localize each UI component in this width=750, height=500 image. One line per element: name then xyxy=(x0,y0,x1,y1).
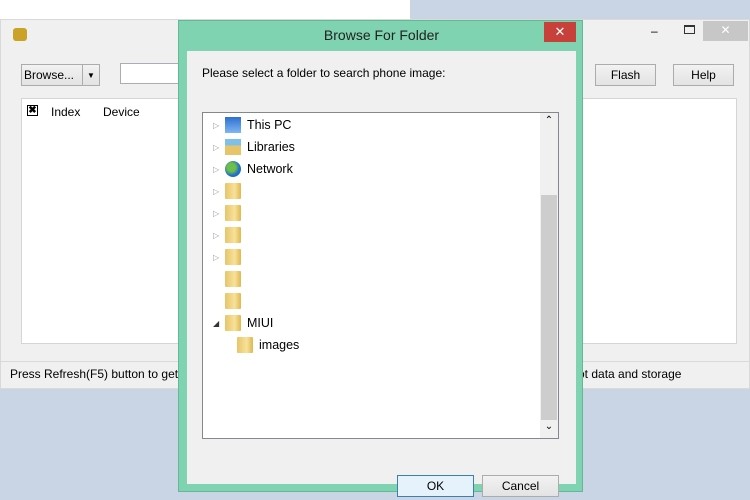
tree-item[interactable]: ▷ xyxy=(213,180,247,202)
tree-scrollbar[interactable]: ⌃ ⌄ xyxy=(540,113,558,438)
tree-item[interactable]: ▷ This PC xyxy=(213,114,291,136)
browse-dropdown-button[interactable]: ▼ xyxy=(82,64,100,86)
expand-arrow-icon[interactable]: ▷ xyxy=(213,143,223,152)
folder-icon xyxy=(225,205,241,221)
minimize-button[interactable]: – xyxy=(651,24,665,38)
help-button[interactable]: Help xyxy=(673,64,734,86)
folder-icon xyxy=(225,271,241,287)
folder-icon xyxy=(225,249,241,265)
tree-item[interactable]: ▷ Libraries xyxy=(213,136,295,158)
computer-icon xyxy=(225,117,241,133)
folder-icon xyxy=(225,315,241,331)
libraries-icon xyxy=(225,139,241,155)
tree-item[interactable]: ▷ xyxy=(213,246,247,268)
expand-arrow-icon[interactable]: ▷ xyxy=(213,165,223,174)
folder-tree[interactable]: ⌃ ⌄ ▷ This PC ▷ Libraries ▷ Network ▷ ▷ ▷ ▷ ◢ MIUI i… xyxy=(202,112,559,439)
expand-arrow-icon[interactable]: ▷ xyxy=(213,121,223,130)
expand-arrow-icon[interactable]: ▷ xyxy=(213,187,223,196)
expanded-arrow-icon[interactable]: ◢ xyxy=(213,319,223,328)
cancel-button[interactable]: Cancel xyxy=(482,475,559,497)
column-header-index[interactable]: Index xyxy=(51,105,80,119)
tree-item-label: Network xyxy=(247,162,293,176)
flash-button[interactable]: Flash xyxy=(595,64,656,86)
folder-icon xyxy=(237,337,253,353)
scroll-up-arrow[interactable]: ⌃ xyxy=(540,115,558,126)
tree-item[interactable]: images xyxy=(225,334,299,356)
select-all-checkbox[interactable]: ✖ xyxy=(27,105,38,116)
maximize-button[interactable] xyxy=(684,25,695,34)
tree-item-label: This PC xyxy=(247,118,292,132)
expand-arrow-icon[interactable]: ▷ xyxy=(213,231,223,240)
dialog-close-button[interactable]: ✕ xyxy=(544,22,576,42)
browse-button[interactable]: Browse... xyxy=(21,64,83,86)
close-button[interactable]: ✕ xyxy=(703,21,748,41)
tree-item[interactable]: ◢ MIUI xyxy=(213,312,273,334)
tree-item[interactable]: ▷ xyxy=(213,202,247,224)
expand-arrow-icon[interactable]: ▷ xyxy=(213,209,223,218)
tree-item-label: MIUI xyxy=(247,316,274,330)
tree-item-label: Libraries xyxy=(247,140,295,154)
scrollbar-thumb[interactable] xyxy=(541,195,557,420)
background-window xyxy=(0,0,410,19)
tree-item[interactable] xyxy=(213,290,247,312)
tree-item[interactable]: ▷ Network xyxy=(213,158,293,180)
ok-button[interactable]: OK xyxy=(397,475,474,497)
folder-icon xyxy=(225,227,241,243)
scroll-down-arrow[interactable]: ⌄ xyxy=(540,421,558,432)
tree-item[interactable]: ▷ xyxy=(213,224,247,246)
folder-icon xyxy=(225,183,241,199)
status-text-left: Press Refresh(F5) button to get t xyxy=(10,367,185,381)
column-header-device[interactable]: Device xyxy=(103,105,140,119)
app-icon xyxy=(13,28,27,41)
dialog-title: Browse For Folder xyxy=(323,27,440,43)
expand-arrow-icon[interactable]: ▷ xyxy=(213,253,223,262)
status-text-right: ot data and storage xyxy=(578,367,682,381)
tree-item[interactable] xyxy=(213,268,247,290)
dialog-prompt: Please select a folder to search phone i… xyxy=(202,66,446,80)
network-icon xyxy=(225,161,241,177)
tree-item-label: images xyxy=(259,338,300,352)
folder-icon xyxy=(225,293,241,309)
